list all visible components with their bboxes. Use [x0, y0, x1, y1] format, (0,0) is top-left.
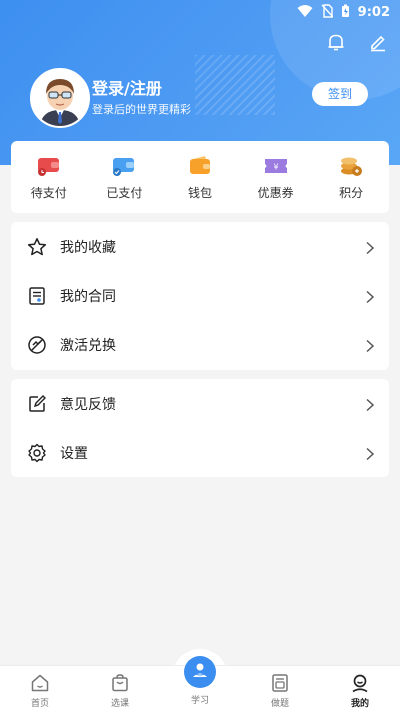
- wallet-icon: [165, 154, 235, 178]
- study-icon: [190, 660, 210, 684]
- header-decoration-stripes: [195, 55, 275, 115]
- tab-exercises[interactable]: 做题: [240, 666, 320, 712]
- menu-item-label: 我的合同: [60, 288, 116, 305]
- quick-action-pending-payment[interactable]: 待支付: [14, 154, 84, 201]
- chevron-right-icon: [365, 446, 375, 460]
- home-icon: [0, 672, 80, 694]
- battery-icon: [341, 3, 350, 22]
- menu-item-settings[interactable]: 设置: [11, 428, 389, 477]
- quick-action-points[interactable]: 积分: [316, 154, 386, 201]
- exercise-icon: [240, 672, 320, 694]
- tab-label: 首页: [30, 699, 49, 709]
- status-bar: 9:02: [0, 0, 400, 22]
- chevron-right-icon: [365, 397, 375, 411]
- tab-label: 做题: [270, 699, 289, 709]
- menu-item-activate-redeem[interactable]: 激活兑换: [11, 320, 389, 369]
- settings-gear-icon: [26, 442, 48, 464]
- star-icon: [26, 236, 48, 258]
- chevron-right-icon: [365, 240, 375, 254]
- menu-item-feedback[interactable]: 意见反馈: [11, 379, 389, 428]
- login-register-title[interactable]: 登录/注册: [92, 75, 162, 99]
- menu-card-secondary: 意见反馈 设置: [11, 379, 389, 477]
- quick-action-label: 已支付: [106, 185, 143, 200]
- coupon-icon: ¥: [241, 154, 311, 178]
- wifi-icon: [297, 3, 313, 22]
- menu-item-contracts[interactable]: 我的合同: [11, 271, 389, 320]
- edit-icon[interactable]: [368, 32, 388, 52]
- wallet-pending-icon: [14, 154, 84, 178]
- wallet-paid-icon: [89, 154, 159, 178]
- menu-item-label: 我的收藏: [60, 239, 116, 256]
- contract-icon: [26, 285, 48, 307]
- no-sim-icon: [321, 3, 334, 22]
- coins-icon: [316, 154, 386, 178]
- quick-action-paid[interactable]: 已支付: [89, 154, 159, 201]
- tab-study[interactable]: [184, 656, 216, 688]
- quick-actions-panel: 待支付 已支付 钱包 ¥ 优惠券 积分: [11, 141, 389, 213]
- menu-item-favorites[interactable]: 我的收藏: [11, 222, 389, 271]
- menu-item-label: 激活兑换: [60, 337, 116, 354]
- tab-label: 我的: [350, 699, 369, 709]
- svg-text:¥: ¥: [273, 162, 278, 171]
- quick-action-label: 钱包: [187, 185, 212, 200]
- chevron-right-icon: [365, 338, 375, 352]
- status-time: 9:02: [357, 5, 390, 20]
- quick-action-label: 待支付: [30, 185, 67, 200]
- activate-icon: [26, 334, 48, 356]
- quick-action-label: 优惠券: [257, 185, 294, 200]
- bag-icon: [80, 672, 160, 694]
- tab-study-label: 学习: [190, 696, 209, 706]
- tab-label: 选课: [110, 699, 129, 709]
- notification-bell-icon[interactable]: [326, 32, 346, 52]
- feedback-edit-icon: [26, 393, 48, 415]
- tab-courses[interactable]: 选课: [80, 666, 160, 712]
- menu-item-label: 设置: [60, 445, 88, 462]
- quick-action-wallet[interactable]: 钱包: [165, 154, 235, 201]
- tab-mine[interactable]: 我的: [320, 666, 400, 712]
- quick-action-label: 积分: [339, 185, 364, 200]
- login-subtitle: 登录后的世界更精彩: [92, 103, 191, 116]
- chevron-right-icon: [365, 289, 375, 303]
- sign-in-button[interactable]: 签到: [312, 82, 368, 106]
- tab-home[interactable]: 首页: [0, 666, 80, 712]
- user-icon: [320, 672, 400, 694]
- menu-item-label: 意见反馈: [60, 396, 116, 413]
- menu-card-primary: 我的收藏 我的合同 激活兑换: [11, 222, 389, 370]
- avatar[interactable]: [30, 68, 90, 128]
- quick-action-coupon[interactable]: ¥ 优惠券: [241, 154, 311, 201]
